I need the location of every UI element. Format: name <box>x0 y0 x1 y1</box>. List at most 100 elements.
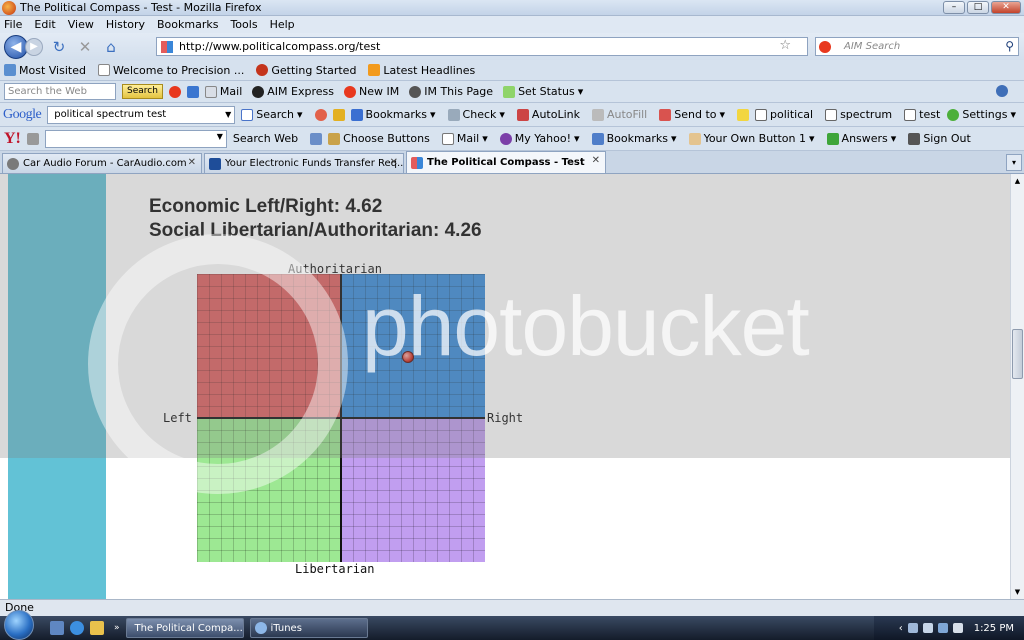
aim-web-search-input[interactable]: Search the Web <box>4 83 116 100</box>
search-icon[interactable]: ⚲ <box>1005 38 1014 55</box>
close-button[interactable]: ✕ <box>991 1 1021 14</box>
google-term-spectrum[interactable]: spectrum <box>825 108 892 121</box>
horizontal-axis <box>197 417 485 419</box>
popup-blocker-icon[interactable] <box>314 108 327 121</box>
label-left: Left <box>163 411 192 425</box>
bookmark-latest-headlines[interactable]: Latest Headlines <box>368 64 475 77</box>
shield-icon[interactable] <box>310 132 323 145</box>
google-term-test[interactable]: test <box>904 108 940 121</box>
aim-search-button[interactable]: Search <box>122 84 163 99</box>
volume-icon[interactable] <box>952 623 963 633</box>
yahoo-answers[interactable]: Answers ▾ <box>826 132 896 145</box>
aim-set-status[interactable]: Set Status ▾ <box>503 85 583 98</box>
yahoo-search-input[interactable] <box>44 129 227 148</box>
pagerank-icon[interactable] <box>332 108 345 121</box>
home-icon[interactable]: ⌂ <box>101 37 121 57</box>
google-autofill[interactable]: AutoFill <box>592 108 647 121</box>
maximize-button[interactable]: □ <box>967 1 989 14</box>
scroll-down-arrow[interactable]: ▼ <box>1011 585 1024 599</box>
taskbar-firefox[interactable]: The Political Compa... <box>125 618 244 638</box>
yahoo-search-web[interactable]: Search Web <box>233 132 298 145</box>
tab-close-icon[interactable]: ✕ <box>390 157 398 168</box>
bookmark-star-icon[interactable]: ☆ <box>779 38 791 53</box>
tab-close-icon[interactable]: ✕ <box>188 157 196 168</box>
highlighter-icon[interactable] <box>737 108 750 121</box>
quick-launch-more-icon[interactable]: » <box>114 623 120 633</box>
aim-search-input[interactable]: AIM Search ⚲ <box>815 37 1019 56</box>
page-content: Economic Left/Right: 4.62 Social Liberta… <box>0 174 1010 599</box>
pencil-icon[interactable] <box>26 132 39 145</box>
url-bar[interactable]: http://www.politicalcompass.org/test ☆ <box>156 37 808 56</box>
menu-file[interactable]: File <box>4 18 22 31</box>
aim-express[interactable]: AIM Express <box>252 85 334 98</box>
start-button[interactable] <box>4 610 34 640</box>
label-authoritarian: Authoritarian <box>288 262 382 276</box>
tab-list-button[interactable]: ▾ <box>1006 154 1022 171</box>
bookmark-getting-started[interactable]: Getting Started <box>256 64 356 77</box>
user-position-marker <box>401 350 414 363</box>
yahoo-my-yahoo[interactable]: My Yahoo! ▾ <box>499 132 580 145</box>
stop-icon[interactable]: ✕ <box>75 37 95 57</box>
tab-funds-transfer[interactable]: Your Electronic Funds Transfer Req... ✕ <box>204 153 404 173</box>
menu-tools[interactable]: Tools <box>230 18 257 31</box>
menu-view[interactable]: View <box>68 18 94 31</box>
status-icon <box>503 85 516 98</box>
tab-close-icon[interactable]: ✕ <box>592 155 600 166</box>
find-icon <box>755 108 768 121</box>
my-yahoo-icon <box>499 132 512 145</box>
aim-mail[interactable]: Mail <box>204 85 242 98</box>
yahoo-bookmarks[interactable]: Bookmarks ▾ <box>591 132 677 145</box>
google-autolink[interactable]: AutoLink <box>516 108 580 121</box>
google-settings[interactable]: Settings ▾ <box>947 108 1016 121</box>
update-icon[interactable] <box>937 623 948 633</box>
tab-car-audio[interactable]: Car Audio Forum - CarAudio.com ✕ <box>2 153 202 173</box>
security-icon[interactable] <box>922 623 933 633</box>
network-icon[interactable] <box>907 623 918 633</box>
star-icon <box>350 108 363 121</box>
plus-icon[interactable] <box>186 85 199 98</box>
yahoo-mail[interactable]: Mail ▾ <box>441 132 488 145</box>
google-term-political[interactable]: political <box>755 108 813 121</box>
aim-im-this-page[interactable]: IM This Page <box>409 85 493 98</box>
bookmark-folder-icon <box>4 64 16 76</box>
minimize-button[interactable]: – <box>943 1 965 14</box>
tray-expand-icon[interactable]: ‹ <box>899 623 903 634</box>
aim-icon[interactable] <box>168 85 181 98</box>
tab-strip: Car Audio Forum - CarAudio.com ✕ Your Ele… <box>0 151 1024 174</box>
ie-icon[interactable] <box>70 621 84 635</box>
navigation-toolbar: ◀ ▶ ↻ ✕ ⌂ http://www.politicalcompass.or… <box>0 33 1024 60</box>
menu-bar: File Edit View History Bookmarks Tools H… <box>0 16 1024 33</box>
tab-political-compass[interactable]: The Political Compass - Test ✕ <box>406 151 606 173</box>
sign-out-icon <box>908 132 921 145</box>
menu-bookmarks[interactable]: Bookmarks <box>157 18 218 31</box>
google-check[interactable]: Check ▾ <box>447 108 505 121</box>
aim-new-im[interactable]: New IM <box>343 85 399 98</box>
gear-icon[interactable] <box>996 85 1008 97</box>
aim-running-man-icon <box>252 85 265 98</box>
folder-icon[interactable] <box>90 621 104 635</box>
yahoo-logo[interactable]: Y! <box>4 130 21 148</box>
google-query-input[interactable]: political spectrum test <box>47 105 236 124</box>
edit-icon <box>328 132 341 145</box>
google-send-to[interactable]: Send to ▾ <box>659 108 725 121</box>
settings-icon <box>947 108 960 121</box>
yahoo-own-button[interactable]: Your Own Button 1 ▾ <box>688 132 815 145</box>
menu-help[interactable]: Help <box>270 18 295 31</box>
reload-icon[interactable]: ↻ <box>49 37 69 57</box>
quick-launch <box>50 621 104 635</box>
google-bookmarks[interactable]: Bookmarks ▾ <box>350 108 436 121</box>
taskbar-itunes[interactable]: iTunes <box>249 618 368 638</box>
yahoo-sign-out[interactable]: Sign Out <box>908 132 971 145</box>
menu-history[interactable]: History <box>106 18 145 31</box>
show-desktop-icon[interactable] <box>50 621 64 635</box>
bookmark-most-visited[interactable]: Most Visited <box>4 64 86 77</box>
menu-edit[interactable]: Edit <box>34 18 55 31</box>
vertical-scrollbar[interactable]: ▲ ▼ <box>1010 174 1024 599</box>
forward-button[interactable]: ▶ <box>25 37 43 56</box>
scrollbar-thumb[interactable] <box>1012 329 1023 379</box>
google-search-button[interactable]: Search ▾ <box>241 108 303 121</box>
yahoo-choose-buttons[interactable]: Choose Buttons <box>328 132 430 145</box>
bookmark-precision[interactable]: Welcome to Precision ... <box>97 64 244 77</box>
clock: 1:25 PM <box>973 622 1014 634</box>
scroll-up-arrow[interactable]: ▲ <box>1011 174 1024 188</box>
